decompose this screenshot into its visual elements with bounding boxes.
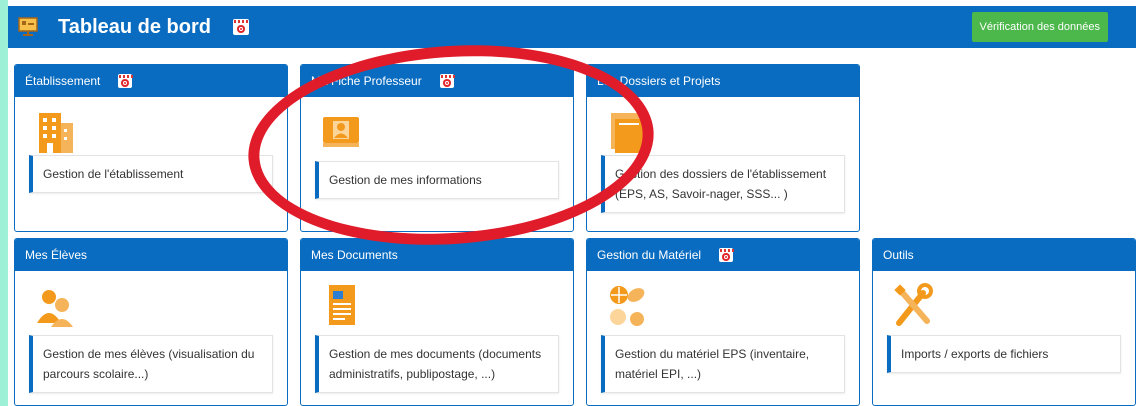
users-icon: [37, 290, 73, 327]
dashboard-frame: Tableau de bord Vérification des données…: [8, 0, 1136, 406]
card-description: Imports / exports de fichiers: [887, 335, 1121, 373]
document-icon: [329, 285, 355, 325]
card-description: Gestion de mes documents (documents admi…: [315, 335, 559, 393]
card-description: Gestion des dossiers de l'établissement …: [601, 155, 845, 213]
card-header: Mes Documents: [301, 239, 573, 271]
card-header: Mes Élèves: [15, 239, 287, 271]
id-card-icon: [323, 117, 359, 147]
card-header: Ma Fiche Professeur: [301, 65, 573, 97]
tools-icon: [894, 283, 933, 326]
card-mes-eleves[interactable]: Mes Élèves Gestion de mes élèves (visual…: [14, 238, 288, 406]
sports-equipment-icon: [610, 286, 645, 326]
card-description: Gestion de mes informations: [315, 161, 559, 199]
card-header: Les Dossiers et Projets: [587, 65, 859, 97]
card-outils[interactable]: Outils Imports / exports de fichiers: [872, 238, 1136, 406]
card-ma-fiche-professeur[interactable]: Ma Fiche Professeur Gestion de mes infor…: [300, 64, 574, 232]
folders-icon: [611, 113, 645, 153]
card-dossiers-projets[interactable]: Les Dossiers et Projets Gestion des doss…: [586, 64, 860, 232]
card-mes-documents[interactable]: Mes Documents Gestion de mes documents (…: [300, 238, 574, 406]
card-description: Gestion de l'établissement: [29, 155, 273, 193]
top-bar: Tableau de bord Vérification des données: [8, 6, 1136, 48]
video-help-icon[interactable]: [232, 19, 249, 35]
verify-data-button[interactable]: Vérification des données: [971, 12, 1108, 42]
card-title: Mes Élèves: [25, 248, 88, 262]
card-title: Les Dossiers et Projets: [597, 74, 721, 88]
card-description: Gestion de mes élèves (visualisation du …: [29, 335, 273, 393]
card-gestion-materiel[interactable]: Gestion du Matériel Gestion du matériel …: [586, 238, 860, 406]
video-help-icon[interactable]: [719, 248, 735, 262]
card-title: Mes Documents: [311, 248, 398, 262]
card-header: Établissement: [15, 65, 287, 97]
card-description: Gestion du matériel EPS (inventaire, mat…: [601, 335, 845, 393]
card-header: Gestion du Matériel: [587, 239, 859, 271]
card-title: Gestion du Matériel: [597, 248, 702, 262]
card-header: Outils: [873, 239, 1135, 271]
video-help-icon[interactable]: [118, 74, 134, 88]
card-title: Ma Fiche Professeur: [311, 74, 422, 88]
page-title: Tableau de bord: [58, 15, 211, 38]
card-etablissement[interactable]: Établissement Gestion de l'établissement: [14, 64, 288, 232]
card-title: Établissement: [25, 74, 101, 88]
building-icon: [39, 113, 73, 153]
card-title: Outils: [883, 248, 914, 262]
dashboard-logo-icon: [18, 17, 38, 36]
video-help-icon[interactable]: [439, 74, 455, 88]
